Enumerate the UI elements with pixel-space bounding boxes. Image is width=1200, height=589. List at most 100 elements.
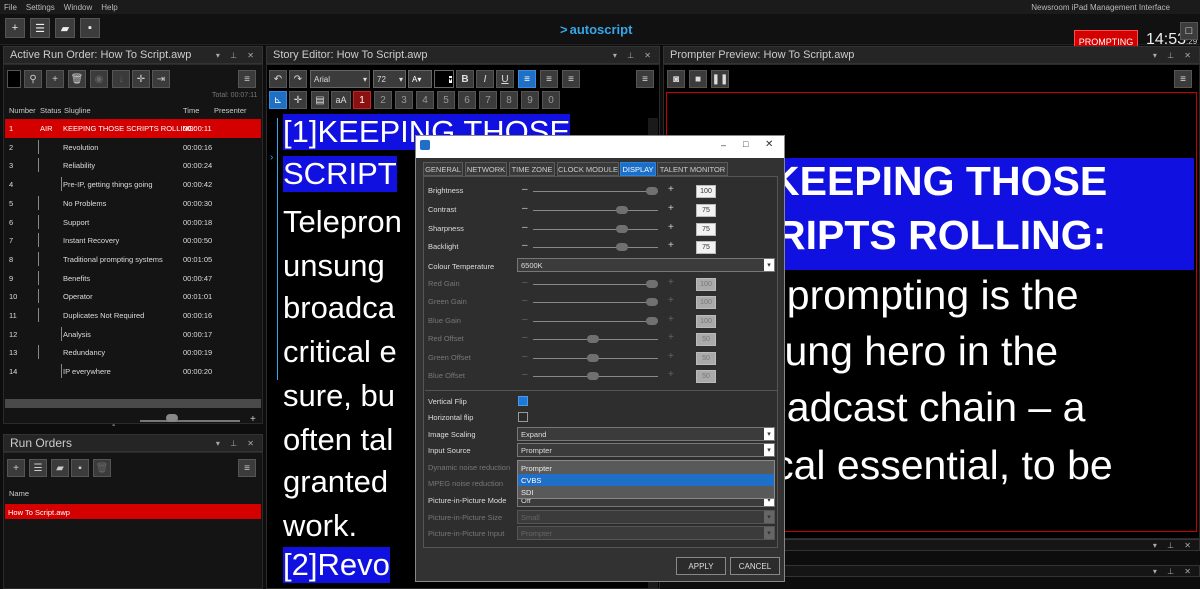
view-button[interactable]: ◉ [90, 70, 108, 88]
maximize-button[interactable]: □ [743, 139, 748, 149]
increase-green-offset-button[interactable]: + [668, 351, 674, 362]
background-color-select[interactable]: ▾ [434, 70, 454, 88]
horizontal-flip-checkbox[interactable] [518, 412, 528, 422]
run-order-menu-button[interactable]: ≡ [238, 70, 256, 88]
col-number[interactable]: Number [9, 106, 36, 115]
decrease-blue-offset-button[interactable]: – [522, 369, 528, 380]
increase-brightness-button[interactable]: + [668, 184, 674, 195]
decrease-sharpness-button[interactable]: – [522, 222, 528, 233]
blue-offset-slider-thumb[interactable] [586, 372, 599, 380]
table-row[interactable]: 9 Benefits 00:00:47 [5, 269, 261, 288]
delete-run-order-button[interactable]: 🗑 [93, 459, 111, 477]
run-orders-menu-button[interactable]: ≡ [238, 459, 256, 477]
text-color-select[interactable]: A▾ [408, 70, 432, 88]
tab-time-zone[interactable]: TIME ZONE [509, 162, 555, 176]
open-folder-button[interactable]: ▰ [55, 18, 75, 38]
contrast-slider-track[interactable] [533, 210, 658, 211]
backlight-value[interactable]: 75 [696, 241, 716, 254]
blue-gain-slider-thumb[interactable] [646, 317, 658, 325]
crosshair-button[interactable]: ✛ [289, 91, 307, 109]
green-gain-value[interactable]: 100 [696, 296, 716, 309]
menu-help[interactable]: Help [101, 3, 117, 12]
pin-icon[interactable]: ▾ ⊥ ✕ [1153, 541, 1195, 550]
menu-file[interactable]: File [4, 3, 17, 12]
col-status[interactable]: Status [40, 106, 61, 115]
insert-image-button[interactable]: ▤ [311, 91, 329, 109]
story-marker-button[interactable]: ⊾ [269, 91, 287, 109]
zoom-slider[interactable] [140, 420, 240, 422]
pip-input-select[interactable]: Prompter ▾ [517, 526, 775, 540]
green-gain-slider-track[interactable] [533, 302, 658, 303]
editor-menu-button[interactable]: ≡ [636, 70, 654, 88]
table-row[interactable]: 12 Analysis 00:00:17 [5, 325, 261, 344]
vertical-flip-checkbox[interactable] [518, 396, 528, 406]
list-button[interactable]: ☰ [29, 459, 47, 477]
redo-button[interactable]: ↷ [289, 70, 307, 88]
table-row[interactable]: 4 Pre-IP, getting things going 00:00:42 [5, 175, 261, 194]
sharpness-slider-track[interactable] [533, 229, 658, 230]
dropdown-option-prompter[interactable]: Prompter [518, 462, 774, 474]
marker-button-2[interactable]: 2 [374, 91, 392, 109]
italic-button[interactable]: I [476, 70, 494, 88]
decrease-red-offset-button[interactable]: – [522, 332, 528, 343]
increase-blue-offset-button[interactable]: + [668, 369, 674, 380]
close-button[interactable]: ✕ [765, 139, 773, 150]
red-offset-slider-thumb[interactable] [586, 335, 599, 343]
table-row[interactable]: 11 Duplicates Not Required 00:00:16 [5, 306, 261, 325]
decrease-contrast-button[interactable]: – [522, 203, 528, 214]
pin-icon[interactable]: ▾ ⊥ ✕ [613, 51, 655, 60]
table-row[interactable]: 2 Revolution 00:00:16 [5, 138, 261, 157]
horizontal-scrollbar[interactable] [5, 399, 261, 408]
contrast-value[interactable]: 75 [696, 204, 716, 217]
preview-capture-button[interactable]: ◙ [667, 70, 685, 88]
zoom-slider-thumb[interactable] [166, 414, 178, 422]
green-offset-slider-thumb[interactable] [586, 354, 599, 362]
increase-blue-gain-button[interactable]: + [668, 314, 674, 325]
table-row[interactable]: 13 Redundancy 00:00:19 [5, 343, 261, 362]
tab-display[interactable]: DISPLAY [620, 162, 656, 176]
dropdown-option-sdi[interactable]: SDI [518, 486, 774, 498]
increase-green-gain-button[interactable]: + [668, 295, 674, 306]
col-slugline[interactable]: Slugline [64, 106, 91, 115]
undo-button[interactable]: ↶ [269, 70, 287, 88]
marker-button-9[interactable]: 9 [521, 91, 539, 109]
decrease-blue-gain-button[interactable]: – [522, 314, 528, 325]
decrease-backlight-button[interactable]: – [522, 240, 528, 251]
green-gain-slider-thumb[interactable] [646, 298, 658, 306]
table-row[interactable]: 1 AIR KEEPING THOSE SCRIPTS ROLLING: 00:00:… [5, 119, 261, 138]
tab-general[interactable]: GENERAL [423, 162, 463, 176]
tab-network[interactable]: NETWORK [465, 162, 507, 176]
font-size-select[interactable]: 72 ▾ [373, 70, 406, 88]
table-row[interactable]: 10 Operator 00:01:01 [5, 287, 261, 306]
pip-size-select[interactable]: Small ▾ [517, 510, 775, 524]
align-center-button[interactable]: ≡ [540, 70, 558, 88]
contrast-slider-thumb[interactable] [616, 206, 629, 214]
decrease-brightness-button[interactable]: – [522, 184, 528, 195]
table-row[interactable]: 7 Instant Recovery 00:00:50 [5, 231, 261, 250]
marker-button-5[interactable]: 5 [437, 91, 455, 109]
marker-button-3[interactable]: 3 [395, 91, 413, 109]
input-source-select[interactable]: Prompter ▾ [517, 443, 775, 457]
add-story-button[interactable]: + [46, 70, 64, 88]
backlight-slider-track[interactable] [533, 247, 658, 248]
menu-window[interactable]: Window [64, 3, 92, 12]
red-offset-value[interactable]: 50 [696, 333, 716, 346]
increase-red-offset-button[interactable]: + [668, 332, 674, 343]
dropdown-option-cvbs[interactable]: CVBS [518, 474, 774, 486]
pin-icon[interactable]: ▾ ⊥ ✕ [216, 51, 258, 60]
colour-temperature-select[interactable]: 6500K ▾ [517, 258, 775, 272]
new-document-button[interactable]: + [5, 18, 25, 38]
table-row[interactable]: 6 Support 00:00:18 [5, 213, 261, 232]
font-family-select[interactable]: Arial ▾ [310, 70, 370, 88]
red-gain-value[interactable]: 100 [696, 278, 716, 291]
zoom-in-icon[interactable]: + [250, 414, 256, 425]
align-right-button[interactable]: ≡ [562, 70, 580, 88]
red-gain-slider-track[interactable] [533, 284, 658, 285]
stop-button[interactable]: ■ [689, 70, 707, 88]
menu-right-links[interactable]: Newsroom iPad Management Interface [1031, 3, 1170, 12]
blue-offset-value[interactable]: 50 [696, 370, 716, 383]
marker-button-4[interactable]: 4 [416, 91, 434, 109]
target-button[interactable]: ✛ [132, 70, 150, 88]
marker-button-0[interactable]: 0 [542, 91, 560, 109]
increase-sharpness-button[interactable]: + [668, 222, 674, 233]
